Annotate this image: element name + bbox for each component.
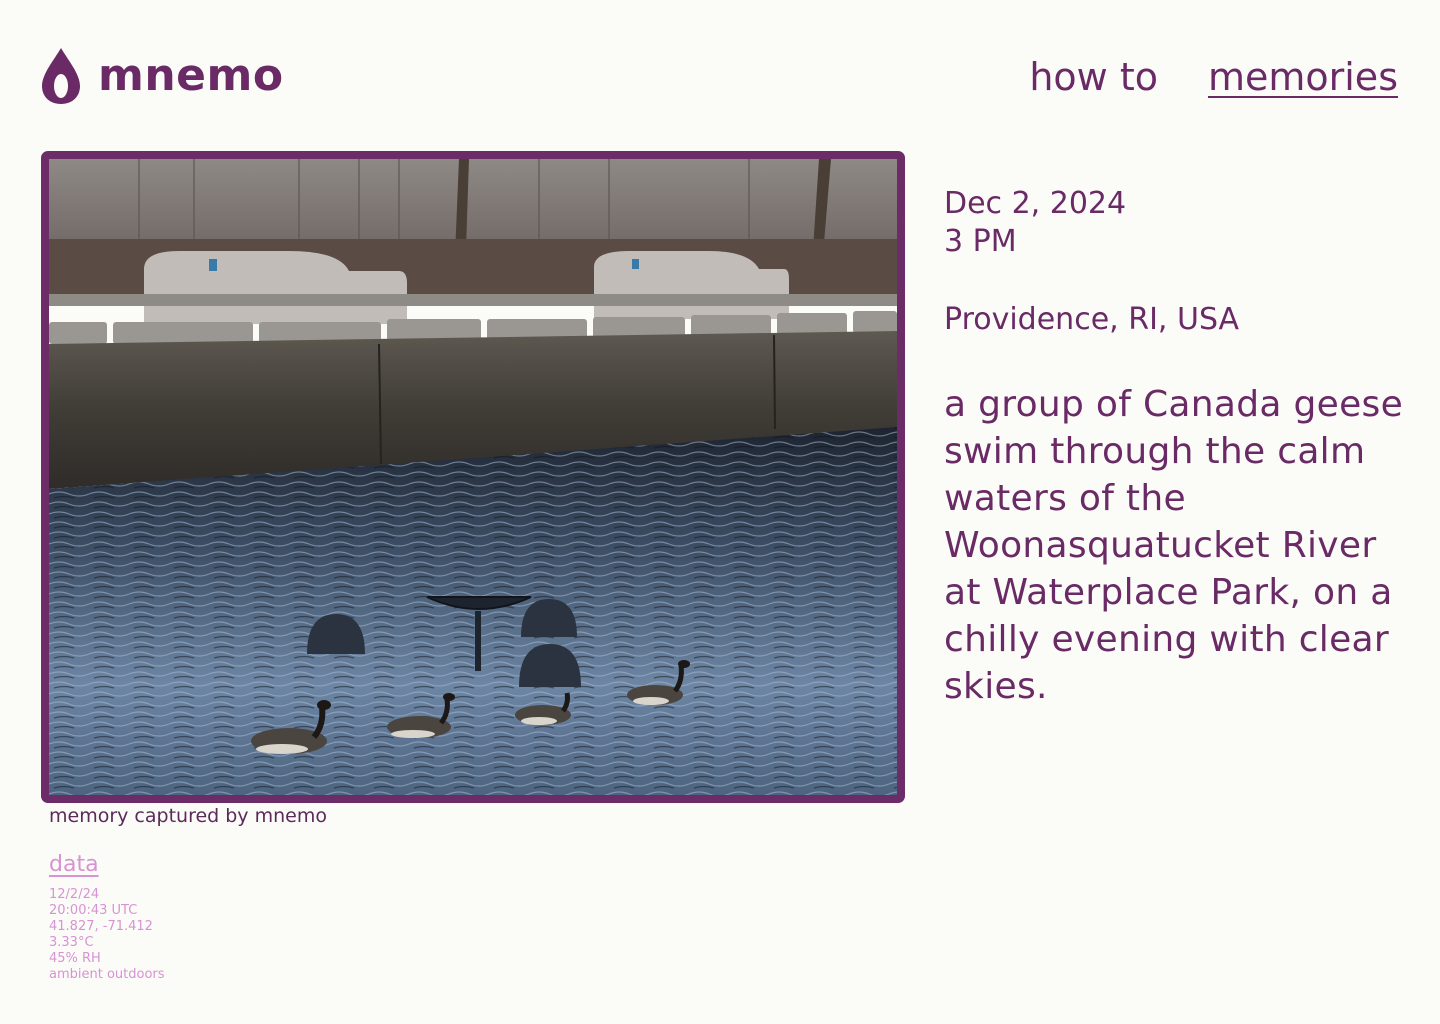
memory-time: 3 PM bbox=[944, 224, 1017, 259]
data-link[interactable]: data bbox=[49, 852, 99, 877]
logo-link[interactable]: mnemo bbox=[40, 46, 284, 106]
memory-photo bbox=[41, 151, 905, 803]
data-list: 12/2/24 20:00:43 UTC 41.827, -71.412 3.3… bbox=[49, 887, 165, 983]
memory-description: a group of Canada geese swim through the… bbox=[944, 384, 1404, 707]
memory-details: Dec 2, 2024 3 PM Providence, RI, USA a g… bbox=[944, 185, 1404, 710]
nav-memories[interactable]: memories bbox=[1208, 58, 1398, 96]
data-time-utc: 20:00:43 UTC bbox=[49, 903, 138, 918]
droplet-icon bbox=[42, 48, 80, 104]
photo-caption: memory captured by mnemo bbox=[49, 805, 327, 827]
logo-text: mnemo bbox=[98, 50, 284, 101]
main-nav: how to memories bbox=[1029, 58, 1398, 96]
data-date: 12/2/24 bbox=[49, 887, 100, 902]
data-temperature: 3.33°C bbox=[49, 935, 94, 950]
data-humidity: 45% RH bbox=[49, 951, 101, 966]
memory-date: Dec 2, 2024 bbox=[944, 186, 1127, 221]
photo-illustration bbox=[49, 159, 897, 795]
data-coordinates: 41.827, -71.412 bbox=[49, 919, 153, 934]
site-header: mnemo how to memories bbox=[0, 0, 1440, 140]
memory-location: Providence, RI, USA bbox=[944, 302, 1240, 337]
nav-how-to[interactable]: how to bbox=[1029, 58, 1158, 96]
data-lighting: ambient outdoors bbox=[49, 967, 165, 982]
